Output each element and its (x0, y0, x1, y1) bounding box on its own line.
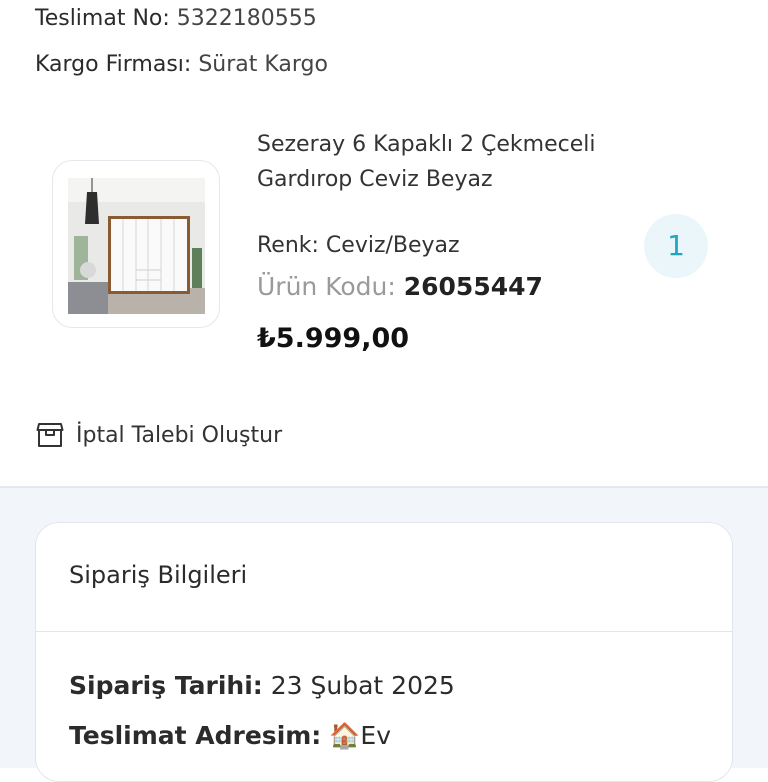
order-date-row: Sipariş Tarihi: 23 Şubat 2025 (69, 671, 455, 700)
wardrobe-product-image (68, 178, 205, 314)
quantity-badge: 1 (644, 214, 708, 278)
shipment-section: Teslimat No: 5322180555 Kargo Firması: S… (0, 0, 768, 486)
delivery-address-label: Teslimat Adresim: (69, 721, 322, 750)
carrier-label: Kargo Firması: (35, 52, 192, 77)
product-code-value: 26055447 (403, 272, 543, 301)
order-info-title: Sipariş Bilgileri (69, 561, 248, 589)
delivery-number-label: Teslimat No: (35, 6, 170, 31)
product-color: Renk: Ceviz/Beyaz (257, 233, 460, 258)
product-price: ₺5.999,00 (257, 323, 410, 354)
product-name[interactable]: Sezeray 6 Kapaklı 2 Çekmeceli Gardırop C… (257, 127, 617, 197)
carrier-value: Sürat Kargo (198, 52, 328, 77)
delivery-number-row: Teslimat No: 5322180555 (35, 6, 317, 31)
product-code-row: Ürün Kodu: 26055447 (257, 272, 543, 301)
delivery-number-value: 5322180555 (176, 6, 317, 31)
order-info-card: Sipariş Bilgileri Sipariş Tarihi: 23 Şub… (35, 522, 733, 782)
delivery-address-value: Ev (360, 721, 391, 750)
product-image[interactable] (52, 160, 220, 328)
cancel-request-label: İptal Talebi Oluştur (76, 422, 283, 448)
cancel-request-button[interactable]: İptal Talebi Oluştur (36, 418, 282, 452)
order-date-label: Sipariş Tarihi: (69, 671, 263, 700)
delivery-address-row: Teslimat Adresim: 🏠Ev (69, 721, 391, 751)
card-divider (36, 631, 732, 632)
product-code-label: Ürün Kodu: (257, 272, 396, 301)
carrier-row: Kargo Firması: Sürat Kargo (35, 52, 328, 77)
box-icon (36, 423, 64, 447)
home-icon: 🏠 (329, 721, 361, 750)
order-date-value: 23 Şubat 2025 (270, 671, 455, 700)
